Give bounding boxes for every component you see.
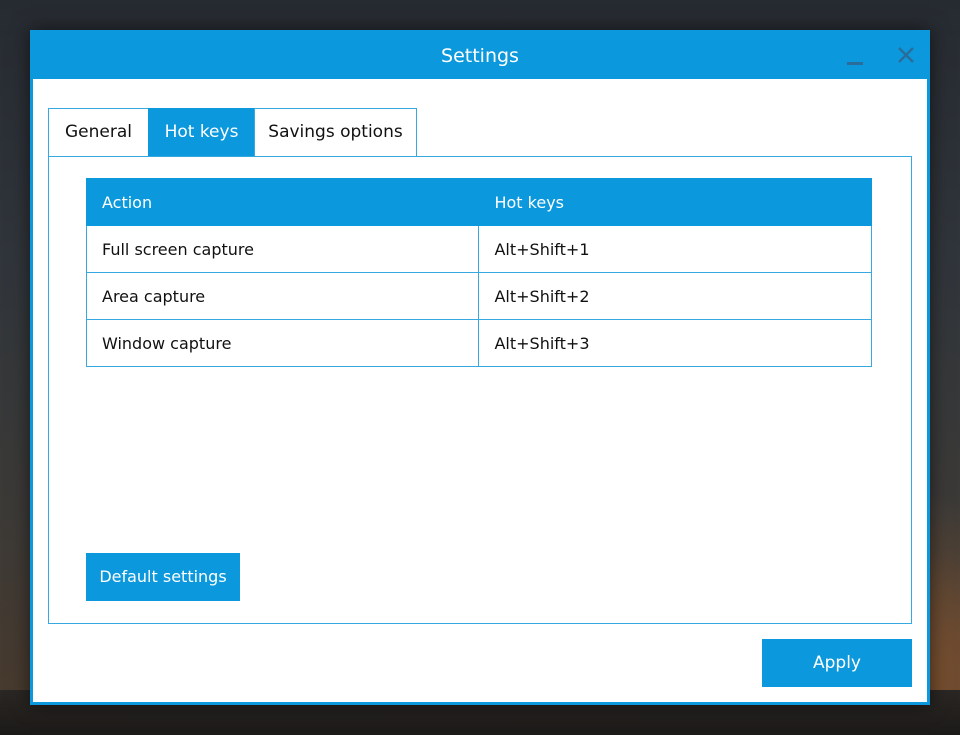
default-settings-button[interactable]: Default settings	[86, 553, 240, 601]
settings-window: Settings General Hot keys Savings option…	[30, 30, 930, 705]
hotkeys-table: Action Hot keys Full screen capture Alt+…	[85, 178, 872, 367]
window-title: Settings	[441, 45, 519, 67]
table-row[interactable]: Window capture Alt+Shift+3	[85, 319, 872, 367]
hot-keys-panel: Action Hot keys Full screen capture Alt+…	[48, 156, 912, 624]
close-icon	[898, 47, 914, 63]
minimize-button[interactable]	[839, 41, 869, 71]
action-cell: Window capture	[85, 319, 480, 367]
hotkey-cell[interactable]: Alt+Shift+1	[478, 225, 872, 273]
table-row[interactable]: Full screen capture Alt+Shift+1	[85, 225, 872, 273]
apply-button[interactable]: Apply	[762, 639, 912, 687]
minimize-icon	[847, 62, 863, 65]
close-button[interactable]	[891, 41, 921, 71]
hotkey-cell[interactable]: Alt+Shift+3	[478, 319, 872, 367]
table-header-row: Action Hot keys	[85, 178, 872, 226]
action-cell: Full screen capture	[85, 225, 480, 273]
table-row[interactable]: Area capture Alt+Shift+2	[85, 272, 872, 320]
tab-savings-options[interactable]: Savings options	[254, 108, 417, 156]
title-bar[interactable]: Settings	[33, 33, 927, 79]
column-header-hot-keys: Hot keys	[478, 178, 872, 226]
column-header-action: Action	[85, 178, 480, 226]
tab-hot-keys[interactable]: Hot keys	[148, 108, 255, 156]
action-cell: Area capture	[85, 272, 480, 320]
hotkey-cell[interactable]: Alt+Shift+2	[478, 272, 872, 320]
tab-general[interactable]: General	[48, 108, 149, 156]
